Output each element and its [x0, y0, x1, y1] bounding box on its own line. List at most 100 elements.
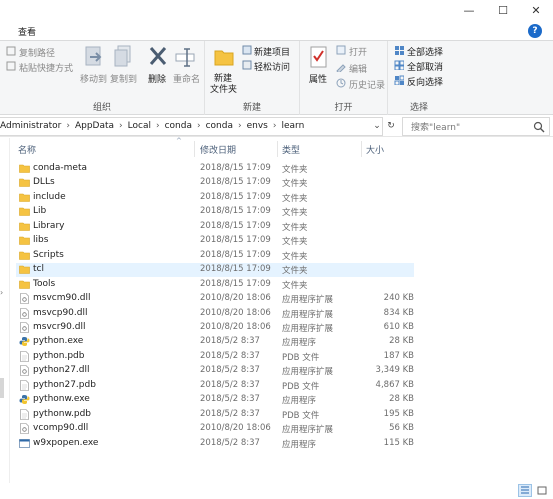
- breadcrumb-item[interactable]: learn: [281, 121, 304, 131]
- file-name[interactable]: pythonw.exe: [33, 394, 90, 404]
- breadcrumb-separator-icon[interactable]: ›: [156, 121, 160, 131]
- file-name[interactable]: Library: [33, 221, 64, 231]
- file-name[interactable]: include: [33, 192, 66, 202]
- paste-shortcut-button[interactable]: 粘贴快捷方式: [19, 61, 73, 74]
- file-name[interactable]: vcomp90.dll: [33, 423, 88, 433]
- breadcrumb-item[interactable]: conda: [165, 121, 192, 131]
- file-row[interactable]: conda-meta 2018/8/15 17:09 文件夹: [16, 162, 414, 176]
- select-none-button[interactable]: 全部取消: [407, 60, 443, 73]
- file-row[interactable]: python.pdb 2018/5/2 8:37 PDB 文件 187 KB: [16, 350, 414, 364]
- help-button[interactable]: ?: [528, 24, 542, 38]
- close-button[interactable]: ✕: [519, 0, 553, 22]
- breadcrumb-separator-icon[interactable]: ›: [119, 121, 123, 131]
- file-type: 应用程序扩展: [282, 323, 334, 334]
- copy-path-button[interactable]: 复制路径: [19, 46, 55, 59]
- invert-selection-button[interactable]: 反向选择: [407, 75, 443, 88]
- file-row[interactable]: Scripts 2018/8/15 17:09 文件夹: [16, 249, 414, 263]
- file-row[interactable]: Lib 2018/8/15 17:09 文件夹: [16, 205, 414, 219]
- file-name[interactable]: conda-meta: [33, 163, 87, 173]
- new-folder-label-2[interactable]: 文件夹: [210, 82, 237, 95]
- breadcrumb-separator-icon[interactable]: ›: [238, 121, 242, 131]
- folder-icon: [19, 222, 30, 231]
- file-date: 2018/8/15 17:09: [200, 163, 271, 173]
- search-input[interactable]: 搜索"learn": [402, 117, 550, 136]
- breadcrumb-item[interactable]: AppData: [75, 121, 114, 131]
- column-date[interactable]: 修改日期: [200, 143, 236, 156]
- move-to-button[interactable]: 移动到: [80, 72, 107, 85]
- breadcrumb-item[interactable]: conda: [206, 121, 233, 131]
- large-icons-view-icon[interactable]: [535, 484, 549, 497]
- file-name[interactable]: python.exe: [33, 336, 83, 346]
- file-row[interactable]: DLLs 2018/8/15 17:09 文件夹: [16, 176, 414, 190]
- file-row[interactable]: python.exe 2018/5/2 8:37 应用程序 28 KB: [16, 335, 414, 349]
- minimize-button[interactable]: —: [452, 0, 486, 22]
- history-button[interactable]: 历史记录: [349, 78, 385, 91]
- refresh-icon[interactable]: ↻: [385, 118, 397, 135]
- file-row[interactable]: pythonw.pdb 2018/5/2 8:37 PDB 文件 195 KB: [16, 408, 414, 422]
- file-name[interactable]: w9xpopen.exe: [33, 438, 98, 448]
- file-row[interactable]: python27.dll 2018/5/2 8:37 应用程序扩展 3,349 KB: [16, 364, 414, 378]
- navigation-pane[interactable]: ›: [0, 138, 10, 488]
- easy-access-button[interactable]: 轻松访问: [254, 60, 290, 73]
- delete-button[interactable]: 删除: [148, 72, 166, 85]
- file-row[interactable]: include 2018/8/15 17:09 文件夹: [16, 191, 414, 205]
- file-row[interactable]: Library 2018/8/15 17:09 文件夹: [16, 220, 414, 234]
- new-item-button[interactable]: 新建项目: [254, 45, 290, 58]
- file-name[interactable]: DLLs: [33, 177, 55, 187]
- file-row[interactable]: w9xpopen.exe 2018/5/2 8:37 应用程序 115 KB: [16, 437, 414, 451]
- file-name[interactable]: python.pdb: [33, 351, 84, 361]
- file-row[interactable]: python27.pdb 2018/5/2 8:37 PDB 文件 4,867 KB: [16, 379, 414, 393]
- file-name[interactable]: msvcp90.dll: [33, 308, 87, 318]
- edit-button[interactable]: 编辑: [349, 62, 367, 75]
- maximize-button[interactable]: ☐: [486, 0, 520, 22]
- breadcrumb-separator-icon[interactable]: ›: [197, 121, 201, 131]
- breadcrumb-separator-icon[interactable]: ›: [66, 121, 70, 131]
- tab-view[interactable]: 查看: [18, 25, 36, 38]
- search-icon[interactable]: [533, 121, 545, 133]
- file-row[interactable]: tcl 2018/8/15 17:09 文件夹: [16, 263, 414, 278]
- file-type: 文件夹: [282, 266, 308, 277]
- file-name[interactable]: tcl: [33, 264, 44, 274]
- file-name[interactable]: python27.dll: [33, 365, 90, 375]
- file-name[interactable]: Scripts: [33, 250, 64, 260]
- column-separator[interactable]: [277, 141, 278, 157]
- column-separator[interactable]: [361, 141, 362, 157]
- select-all-button[interactable]: 全部选择: [407, 45, 443, 58]
- file-name[interactable]: python27.pdb: [33, 380, 96, 390]
- breadcrumb-item[interactable]: Local: [128, 121, 151, 131]
- file-row[interactable]: msvcm90.dll 2010/8/20 18:06 应用程序扩展 240 KB: [16, 292, 414, 306]
- breadcrumb-separator-icon[interactable]: ›: [273, 121, 277, 131]
- file-row[interactable]: Tools 2018/8/15 17:09 文件夹: [16, 278, 414, 292]
- ribbon-tab-bar: 查看 ?: [0, 22, 553, 40]
- copy-to-button[interactable]: 复制到: [110, 72, 137, 85]
- file-row[interactable]: libs 2018/8/15 17:09 文件夹: [16, 234, 414, 248]
- column-size[interactable]: 大小: [366, 143, 384, 156]
- breadcrumb-item[interactable]: Administrator: [0, 121, 61, 131]
- file-row[interactable]: vcomp90.dll 2010/8/20 18:06 应用程序扩展 56 KB: [16, 422, 414, 436]
- nav-pane-scroll-thumb[interactable]: [0, 378, 4, 398]
- file-name[interactable]: libs: [33, 235, 48, 245]
- breadcrumb[interactable]: Administrator › AppData › Local › conda › conda ›…: [0, 117, 383, 136]
- python-icon: [19, 395, 30, 405]
- file-name[interactable]: msvcm90.dll: [33, 293, 91, 303]
- column-header: ^ 名称 修改日期 类型 大小: [16, 137, 416, 159]
- open-button[interactable]: 打开: [349, 45, 367, 58]
- breadcrumb-item[interactable]: envs: [247, 121, 268, 131]
- file-date: 2010/8/20 18:06: [200, 293, 271, 304]
- file-name[interactable]: msvcr90.dll: [33, 322, 85, 332]
- file-row[interactable]: msvcr90.dll 2010/8/20 18:06 应用程序扩展 610 KB: [16, 321, 414, 335]
- file-row[interactable]: msvcp90.dll 2010/8/20 18:06 应用程序扩展 834 KB: [16, 307, 414, 321]
- file-name[interactable]: pythonw.pdb: [33, 409, 91, 419]
- properties-button[interactable]: 属性: [309, 72, 327, 85]
- address-dropdown-icon[interactable]: ⌄: [371, 118, 383, 135]
- details-view-icon[interactable]: [518, 484, 532, 497]
- file-name[interactable]: Tools: [33, 279, 55, 289]
- rename-button[interactable]: 重命名: [173, 72, 200, 85]
- column-name[interactable]: 名称: [18, 143, 36, 156]
- file-name[interactable]: Lib: [33, 206, 46, 216]
- file-type: 应用程序: [282, 396, 317, 407]
- file-row[interactable]: pythonw.exe 2018/5/2 8:37 应用程序 28 KB: [16, 393, 414, 407]
- column-separator[interactable]: [194, 141, 195, 157]
- column-type[interactable]: 类型: [282, 143, 300, 156]
- file-date: 2018/8/15 17:09: [200, 177, 271, 188]
